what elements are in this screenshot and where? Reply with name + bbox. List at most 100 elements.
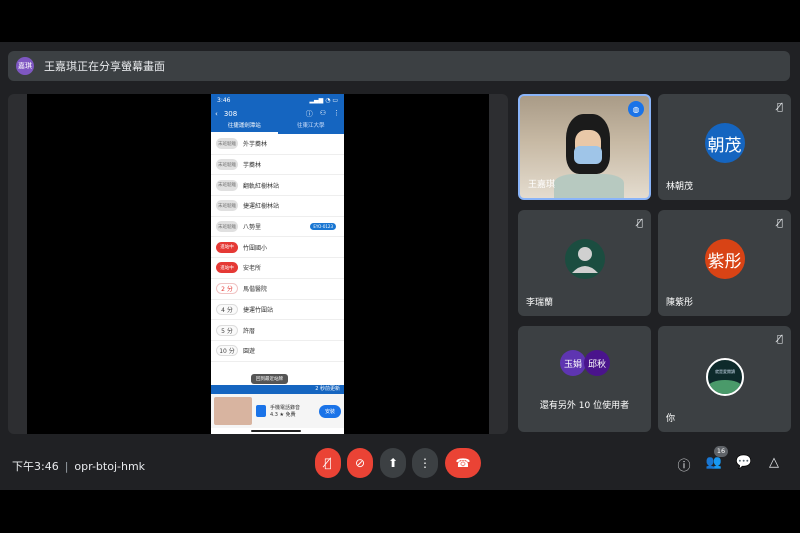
stop-row[interactable]: 2 分馬偕醫院 xyxy=(211,279,344,300)
eta-badge: 末班駛離 xyxy=(216,159,238,171)
ad-banner[interactable]: 手機電話錄音 4.3 ★ 免費 安裝 xyxy=(211,394,344,428)
stop-row[interactable]: 5 分許厝 xyxy=(211,320,344,341)
leave-call-button[interactable]: ☎ xyxy=(445,448,481,478)
activities-button[interactable]: △ xyxy=(765,455,783,470)
eta-badge: 4 分 xyxy=(216,303,238,315)
participant-avatar: 紫彤 xyxy=(704,239,745,279)
stop-row[interactable]: 進站中 竹圍國小 xyxy=(211,237,344,259)
activities-icon: △ xyxy=(769,455,779,470)
info-icon[interactable]: ⓘ xyxy=(306,109,313,119)
stop-row[interactable]: 4 分捷運竹圍站 xyxy=(211,300,344,321)
stop-name: 芋蕎林 xyxy=(243,162,262,170)
chat-button[interactable]: 💬 xyxy=(735,455,753,470)
stop-name: 捷運紅樹林站 xyxy=(243,203,280,211)
stop-row[interactable]: 末班駛離 芋蕎林 xyxy=(211,155,344,176)
participant-tile-video[interactable]: ◍ 王嘉琪 xyxy=(518,94,651,200)
mic-off-icon: 🎙̸ xyxy=(324,456,332,470)
eta-badge: 末班駛離 xyxy=(216,221,238,233)
participant-avatar: 朝茂 xyxy=(704,123,745,163)
meeting-details-button[interactable]: ⓘ xyxy=(675,455,693,474)
more-options-button[interactable]: ⋮ xyxy=(412,448,438,478)
stop-name: 馬偕醫院 xyxy=(243,286,268,294)
stop-name: 園遊 xyxy=(243,348,256,356)
app-header: 3:46 ▂▄▆ ◔ ▭ ‹ 308 ⓘ ⚇ ⋮ 往捷運劍潭站 往東江大學 xyxy=(211,94,344,134)
stop-name: 竹圍國小 xyxy=(243,244,268,252)
default-avatar-icon xyxy=(564,239,605,279)
tab-direction-2[interactable]: 往東江大學 xyxy=(278,119,345,134)
logo-hill xyxy=(708,380,742,394)
chat-icon: 💬 xyxy=(735,455,753,470)
back-icon[interactable]: ‹ xyxy=(215,110,218,118)
person-icon[interactable]: ⚇ xyxy=(320,109,326,119)
presenter-avatar: 嘉琪 xyxy=(16,57,34,75)
participant-tile[interactable]: 🎙̸ 朝茂 林朝茂 xyxy=(658,94,791,200)
eta-badge: 進站中 xyxy=(216,241,238,253)
mic-toggle-button[interactable]: 🎙̸ xyxy=(315,448,341,478)
stop-row[interactable]: 末班駛離 捷運紅樹林站 xyxy=(211,196,344,217)
eta-badge: 末班駛離 xyxy=(216,179,238,191)
mic-off-icon: 🎙̸ xyxy=(636,218,643,229)
stop-name: 許厝 xyxy=(243,327,256,335)
more-participants-tile[interactable]: 玉娟 邱秋 還有另外 10 位使用者 xyxy=(518,326,651,432)
stop-row[interactable]: 末班駛離 八勢里 EYO-0123 xyxy=(211,217,344,238)
participant-tile[interactable]: 🎙̸ 紫彤 陳紫彤 xyxy=(658,210,791,316)
present-button[interactable]: ⬆ xyxy=(380,448,406,478)
face-mask xyxy=(574,146,602,164)
participant-name: 林朝茂 xyxy=(666,182,694,192)
meeting-code: opr-btoj-hmk xyxy=(74,460,146,473)
bus-plate-tag: EYO-0123 xyxy=(310,223,336,231)
stop-row[interactable]: 進站中 安老所 xyxy=(211,258,344,279)
direction-tabs: 往捷運劍潭站 往東江大學 xyxy=(211,119,344,134)
camera-off-icon: ⊘ xyxy=(354,456,366,470)
status-time: 3:46 xyxy=(217,97,231,104)
separator: | xyxy=(64,460,69,473)
stop-name: 翻軌紅樹林站 xyxy=(243,182,280,190)
camera-toggle-button[interactable]: ⊘ xyxy=(347,448,373,478)
participant-avatar: 玉娟 xyxy=(560,350,586,376)
people-icon: 👥 xyxy=(705,455,723,470)
stop-row[interactable]: 末班駛離 外芋蕎林 xyxy=(211,134,344,155)
mic-off-icon: 🎙̸ xyxy=(776,102,783,113)
stop-name: 捷運竹圍站 xyxy=(243,306,274,314)
update-bar: 2 秒前更新 xyxy=(211,385,344,394)
participant-name: 王嘉琪 xyxy=(528,180,556,190)
mic-off-icon: 🎙̸ xyxy=(776,218,783,229)
more-participants-text: 還有另外 10 位使用者 xyxy=(539,401,630,411)
participant-name: 你 xyxy=(666,414,676,424)
eta-badge: 5 分 xyxy=(216,324,238,336)
mic-off-icon: 🎙̸ xyxy=(776,334,783,345)
home-indicator xyxy=(251,430,301,432)
stop-name: 八勢里 xyxy=(243,224,262,232)
more-icon[interactable]: ⋮ xyxy=(333,109,340,119)
self-tile[interactable]: 🎙̸ 就是愛閱讀 你 xyxy=(658,326,791,432)
people-button[interactable]: 👥 xyxy=(705,455,723,470)
ad-title: 手機電話錄音 xyxy=(270,405,301,411)
participant-name: 陳紫彤 xyxy=(666,298,694,308)
eta-badge: 進站中 xyxy=(216,262,238,274)
presenting-banner: 嘉琪 王嘉琪正在分享螢幕畫面 xyxy=(8,51,790,81)
eta-badge: 末班駛離 xyxy=(216,200,238,212)
meeting-info: 下午3:46 | opr-btoj-hmk xyxy=(12,458,145,474)
people-count-badge: 16 xyxy=(714,446,728,457)
phone-screen: 3:46 ▂▄▆ ◔ ▭ ‹ 308 ⓘ ⚇ ⋮ 往捷運劍潭站 往東江大學 末班… xyxy=(211,94,344,434)
stop-row[interactable]: 末班駛離 翻軌紅樹林站 xyxy=(211,175,344,197)
stop-list: 末班駛離 外芋蕎林 末班駛離 芋蕎林 末班駛離 翻軌紅樹林站 末班駛離 捷運紅樹林站 末… xyxy=(211,134,344,362)
logo-text: 就是愛閱讀 xyxy=(715,369,735,374)
speaking-indicator-icon: ◍ xyxy=(628,101,644,117)
tab-direction-1[interactable]: 往捷運劍潭站 xyxy=(211,119,278,134)
shared-screen[interactable]: 3:46 ▂▄▆ ◔ ▭ ‹ 308 ⓘ ⚇ ⋮ 往捷運劍潭站 往東江大學 末班… xyxy=(8,94,508,434)
info-icon: ⓘ xyxy=(677,459,691,474)
participant-avatar: 邱秋 xyxy=(584,350,610,376)
participant-name: 李瑞蘭 xyxy=(526,298,554,308)
install-button[interactable]: 安裝 xyxy=(318,404,341,418)
app-logo-icon xyxy=(256,405,266,417)
participant-tile[interactable]: 🎙̸ 李瑞蘭 xyxy=(518,210,651,316)
stop-row[interactable]: 10 分園遊 xyxy=(211,341,344,362)
clock-time: 下午3:46 xyxy=(12,460,59,473)
eta-badge: 2 分 xyxy=(216,283,238,295)
participant-body xyxy=(554,174,624,198)
phone-status-bar: 3:46 ▂▄▆ ◔ ▭ xyxy=(211,94,344,107)
signal-icon: ▂▄▆ ◔ ▭ xyxy=(309,97,338,104)
self-avatar-logo: 就是愛閱讀 xyxy=(706,358,744,396)
nearest-stop-toast[interactable]: 回到最近站牌 xyxy=(251,374,288,384)
